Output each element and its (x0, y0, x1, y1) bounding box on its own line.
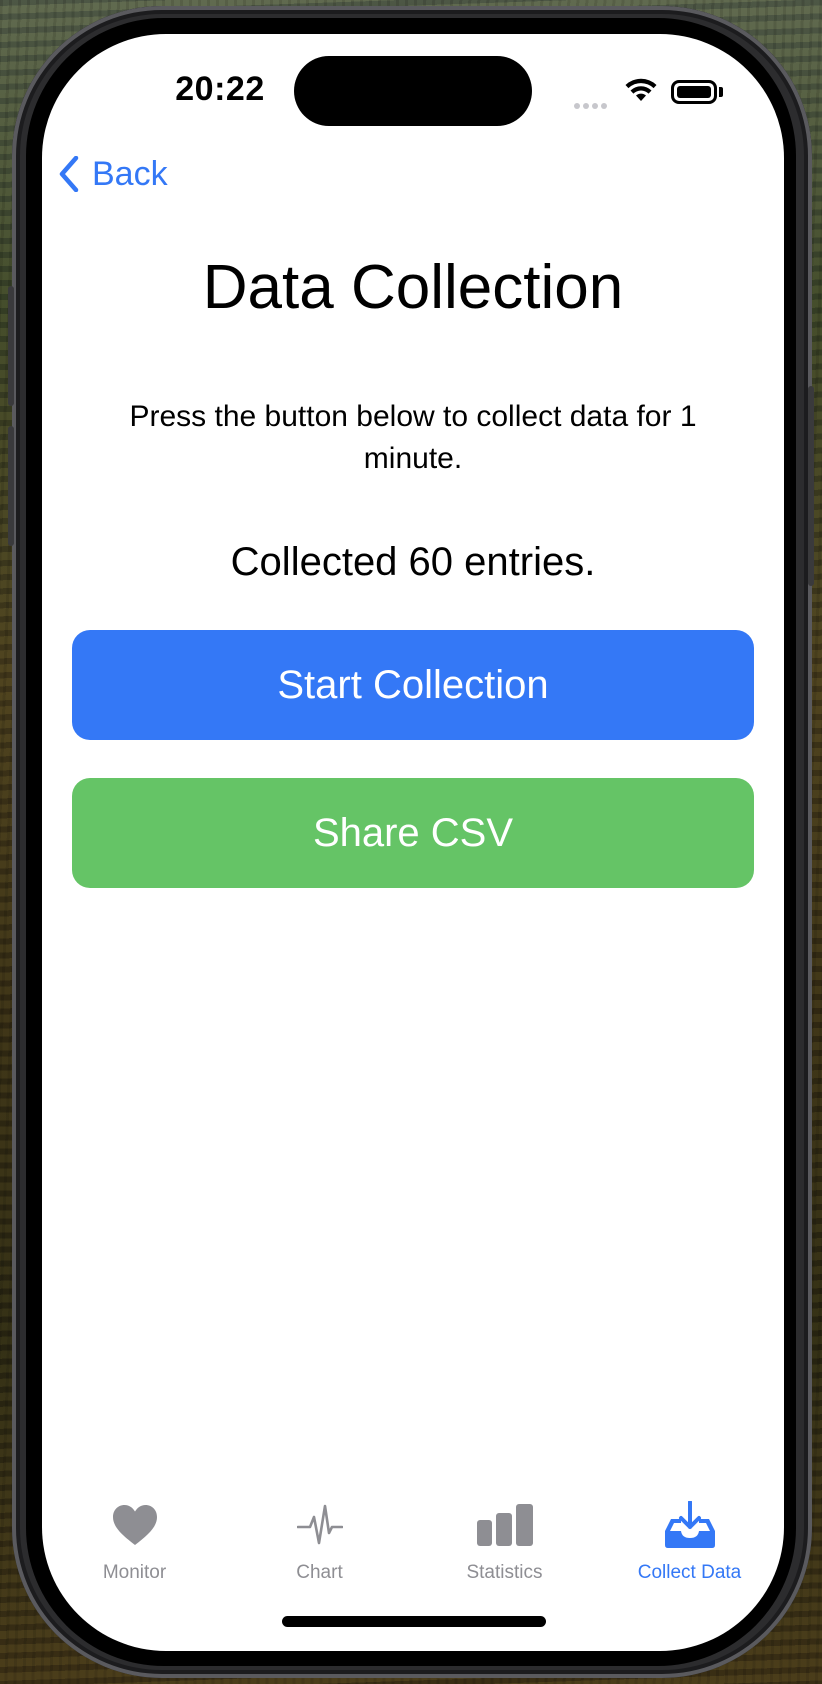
share-csv-button[interactable]: Share CSV (72, 778, 754, 888)
app-screen: 20:22 Back Data Collection Press the but… (42, 34, 784, 1651)
side-button (8, 286, 14, 406)
tray-download-icon (664, 1501, 715, 1548)
side-button (8, 426, 14, 546)
page-title: Data Collection (202, 253, 624, 322)
bar-chart-icon (476, 1504, 533, 1546)
status-time: 20:22 (175, 70, 265, 108)
dynamic-island (294, 56, 532, 126)
instructions-text: Press the button below to collect data f… (129, 400, 697, 475)
start-collection-button[interactable]: Start Collection (72, 630, 754, 740)
start-collection-label: Start Collection (277, 662, 549, 707)
tab-label: Monitor (102, 1562, 167, 1583)
tab-monitor[interactable]: Monitor (42, 1494, 227, 1604)
back-button[interactable]: Back (58, 144, 168, 204)
share-csv-label: Share CSV (312, 810, 514, 855)
tab-label: Statistics (466, 1562, 543, 1583)
cellular-signal-icon (574, 96, 610, 114)
side-button (808, 386, 814, 586)
tab-label: Chart (296, 1562, 343, 1583)
tab-collect-data[interactable]: Collect Data (597, 1494, 782, 1604)
heart-icon (112, 1505, 157, 1545)
battery-cap (719, 87, 723, 97)
chevron-left-icon (59, 156, 79, 192)
back-label: Back (92, 154, 168, 193)
collection-status: Collected 60 entries. (230, 540, 596, 584)
battery-icon (671, 80, 717, 104)
wifi-icon (625, 77, 657, 108)
tab-label: Collect Data (637, 1562, 742, 1583)
tab-bar: Monitor Chart Statistics Collect Data (42, 1494, 784, 1604)
tab-statistics[interactable]: Statistics (412, 1494, 597, 1604)
tab-chart[interactable]: Chart (227, 1494, 412, 1604)
home-indicator[interactable] (282, 1616, 546, 1627)
waveform-icon (296, 1504, 343, 1545)
